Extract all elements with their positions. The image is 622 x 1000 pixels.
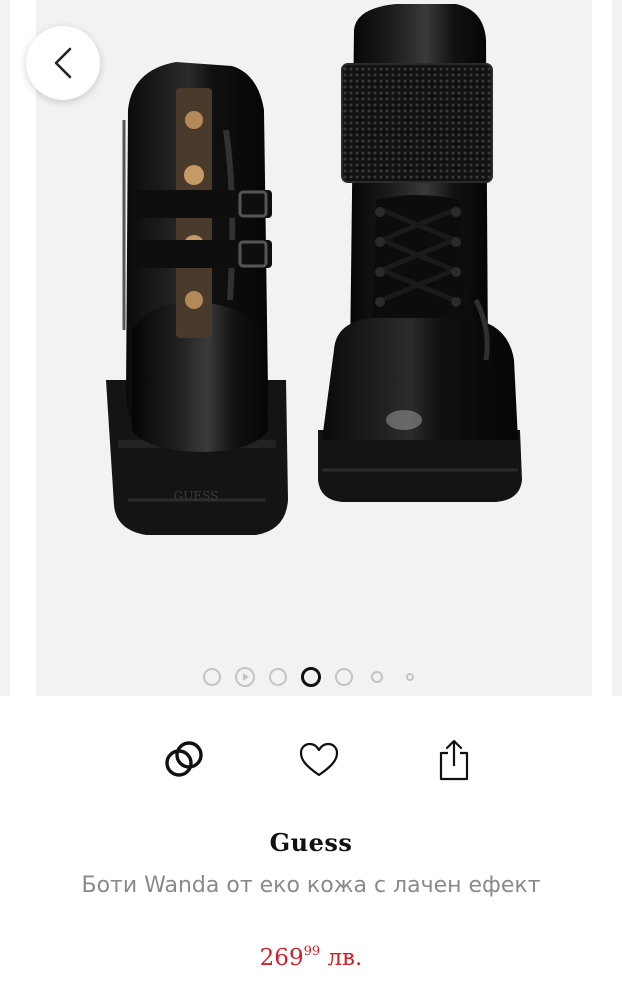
favorite-button[interactable] <box>287 728 351 792</box>
share-button[interactable] <box>422 728 486 792</box>
price-currency: лв. <box>327 945 363 971</box>
product-price: 26999 лв. <box>0 944 622 971</box>
gallery-dot-5[interactable] <box>328 664 361 690</box>
product-page: GUESS Guess Боти Wanda от еко кожа с лач… <box>0 0 622 1000</box>
share-icon <box>439 739 469 781</box>
gallery-dot-7[interactable] <box>394 664 427 690</box>
price-whole: 269 <box>259 945 304 971</box>
gallery-dot-3[interactable] <box>262 664 295 690</box>
brand-name[interactable]: Guess <box>0 828 622 857</box>
chevron-left-icon <box>54 47 72 79</box>
product-actions <box>0 728 622 792</box>
compare-button[interactable] <box>152 728 216 792</box>
gallery-dot-video[interactable] <box>229 664 262 690</box>
gallery-dot-6[interactable] <box>361 664 394 690</box>
previous-image-peek[interactable] <box>0 0 10 696</box>
price-cents: 99 <box>303 944 321 959</box>
sole-logo: GUESS <box>174 489 219 503</box>
product-image: GUESS <box>36 0 592 696</box>
product-title: Боти Wanda от еко кожа с лачен ефект <box>81 873 541 898</box>
gallery-pagination <box>0 664 622 690</box>
left-boot-back-view: GUESS <box>106 62 288 535</box>
image-gallery[interactable]: GUESS <box>0 0 622 696</box>
gallery-dot-1[interactable] <box>196 664 229 690</box>
compare-rings-icon <box>165 741 203 777</box>
heart-icon <box>299 742 339 777</box>
gallery-dot-active[interactable] <box>295 664 328 690</box>
gallery-slide[interactable]: GUESS <box>36 0 592 696</box>
play-icon <box>235 667 255 687</box>
back-button[interactable] <box>26 26 100 100</box>
next-image-peek[interactable] <box>612 0 622 696</box>
